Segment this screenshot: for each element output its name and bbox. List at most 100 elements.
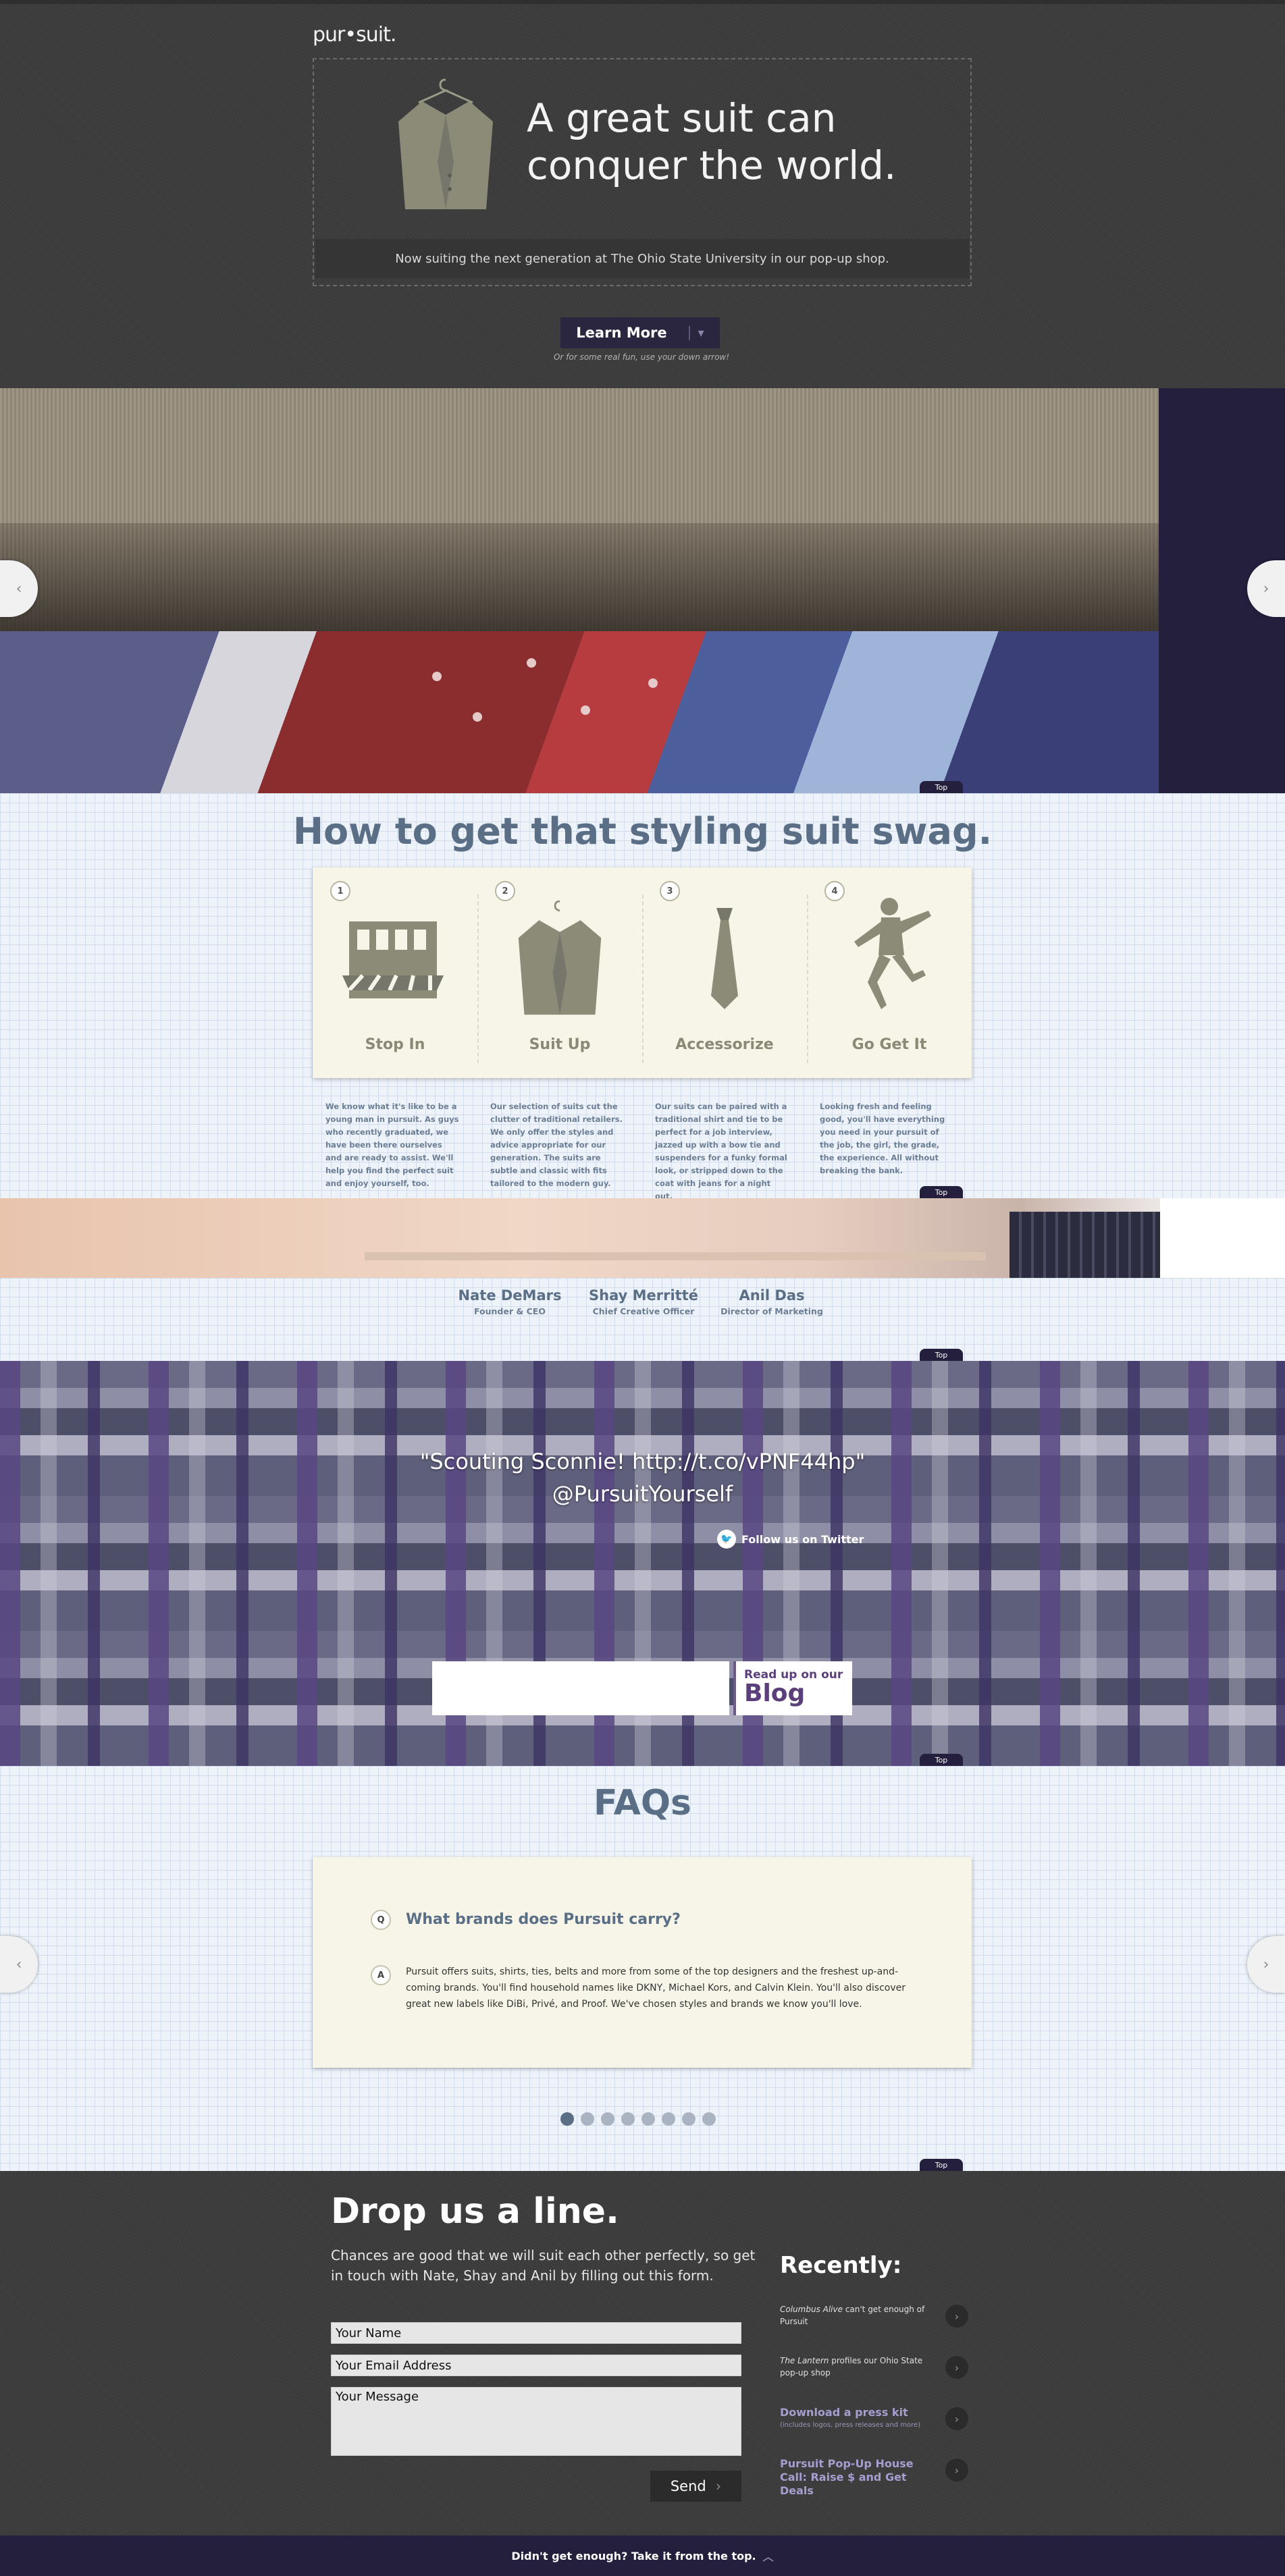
arrow-key-hint: Or for some real fun, use your down arro… xyxy=(553,352,730,362)
photo-table xyxy=(365,1252,986,1260)
fabric-fold xyxy=(0,523,1159,631)
step-label: Stop In xyxy=(365,1036,425,1053)
question-badge: Q xyxy=(371,1910,391,1930)
step-description: Looking fresh and feeling good, you'll h… xyxy=(820,1102,945,1175)
top-link[interactable]: Top xyxy=(920,1754,963,1766)
press-kit-link[interactable]: Download a press kit (includes logos, pr… xyxy=(780,2406,982,2432)
tie-icon xyxy=(711,908,738,1009)
team-photo xyxy=(0,1198,1160,1278)
step-description: Our selection of suits cut the clutter o… xyxy=(490,1102,623,1188)
follow-label: Follow us on Twitter xyxy=(741,1532,864,1546)
top-link[interactable]: Top xyxy=(920,781,963,793)
jacket-icon xyxy=(518,900,602,1015)
house-call-link[interactable]: Pursuit Pop-Up House Call: Raise $ and G… xyxy=(780,2457,982,2498)
step-label: Go Get It xyxy=(851,1036,927,1053)
chevron-left-icon: ‹ xyxy=(16,580,22,597)
twitter-handle[interactable]: @PursuitYourself xyxy=(0,1478,1285,1510)
faq-answer: Pursuit offers suits, shirts, ties, belt… xyxy=(406,1966,906,2010)
press-kit-sub: (includes logos, press releases and more… xyxy=(780,2421,921,2429)
faq-page-dot[interactable] xyxy=(702,2112,716,2126)
faq-page-dot[interactable] xyxy=(581,2112,594,2126)
hanger-jacket-icon xyxy=(398,78,493,209)
step-accessorize: 3 Accessorize xyxy=(642,867,807,1078)
chevron-up-icon: ︿ xyxy=(762,2550,774,2563)
recent-text: The Lantern profiles our Ohio State pop-… xyxy=(780,2355,942,2379)
back-to-top-footer[interactable]: Didn't get enough? Take it from the top.… xyxy=(0,2535,1285,2576)
faq-page-dot[interactable] xyxy=(641,2112,655,2126)
tie-dot xyxy=(648,678,658,688)
storefront-icon xyxy=(342,921,444,998)
email-field[interactable] xyxy=(331,2355,741,2376)
chevron-left-icon: ‹ xyxy=(16,1956,22,1973)
pursuit-logo[interactable]: pur•suit. xyxy=(313,23,396,47)
photo-slider: ‹ › Top xyxy=(0,388,1285,793)
blog-line2: Blog xyxy=(744,1680,806,1707)
recent-source: Columbus Alive xyxy=(780,2305,843,2314)
faq-page-dot[interactable] xyxy=(682,2112,696,2126)
tie-dot xyxy=(432,672,442,681)
faq-title: FAQs xyxy=(594,1783,691,1823)
step-label: Suit Up xyxy=(529,1036,591,1053)
team-section: Nate DeMars Founder & CEO Shay Merritté … xyxy=(0,1278,1285,1361)
hero-subline: Now suiting the next generation at The O… xyxy=(315,239,969,278)
step-suit-up: 2 Suit Up xyxy=(477,867,642,1078)
tie-dot xyxy=(581,705,590,715)
team-member[interactable]: Shay Merritté Chief Creative Officer xyxy=(579,1287,708,1316)
slide-photo-ties xyxy=(0,631,1159,793)
member-name: Nate DeMars xyxy=(458,1287,562,1304)
recently-title: Recently: xyxy=(780,2252,902,2279)
step-go-get-it: 4 Go Get It xyxy=(807,867,972,1078)
jumping-man-icon xyxy=(854,898,931,1009)
chevron-right-icon: › xyxy=(1263,580,1269,597)
member-role: Chief Creative Officer xyxy=(592,1306,695,1316)
faq-pagination xyxy=(560,2112,716,2126)
top-border xyxy=(0,0,1285,4)
top-link[interactable]: Top xyxy=(920,2159,963,2171)
member-name: Shay Merritté xyxy=(589,1287,698,1304)
learn-more-label: Learn More xyxy=(576,325,667,341)
recent-item[interactable]: Columbus Alive can't get enough of Pursu… xyxy=(780,2303,982,2328)
latest-tweet: "Scouting Sconnie! http://t.co/vPNF44hp"… xyxy=(0,1445,1285,1510)
send-button[interactable]: Send › xyxy=(650,2471,741,2502)
tweet-text[interactable]: "Scouting Sconnie! http://t.co/vPNF44hp" xyxy=(0,1445,1285,1478)
twitter-bird-icon: 🐦 xyxy=(717,1530,736,1549)
tie-dot xyxy=(527,658,536,668)
slider-next-button[interactable]: › xyxy=(1247,560,1285,617)
blog-link-button[interactable]: Read up on our Blog xyxy=(733,1661,852,1715)
howto-title: How to get that styling suit swag. xyxy=(292,810,993,853)
footer-text: Didn't get enough? Take it from the top. xyxy=(511,2549,756,2562)
faq-next-button[interactable]: › xyxy=(1247,1936,1285,1993)
faq-page-dot[interactable] xyxy=(621,2112,635,2126)
team-member[interactable]: Anil Das Director of Marketing xyxy=(708,1287,836,1316)
recent-text: Columbus Alive can't get enough of Pursu… xyxy=(780,2303,942,2328)
twitter-section: "Scouting Sconnie! http://t.co/vPNF44hp"… xyxy=(0,1361,1285,1766)
top-link[interactable]: Top xyxy=(920,1349,963,1361)
message-field[interactable]: Your Message xyxy=(331,2387,741,2456)
step-number: 4 xyxy=(824,881,845,901)
recent-item[interactable]: The Lantern profiles our Ohio State pop-… xyxy=(780,2355,982,2379)
faq-prev-button[interactable]: ‹ xyxy=(0,1936,38,1993)
follow-twitter-link[interactable]: 🐦 Follow us on Twitter xyxy=(717,1530,864,1549)
step-label: Accessorize xyxy=(675,1036,774,1053)
recent-source: The Lantern xyxy=(780,2356,829,2365)
steps-card: 1 Stop In 2 Suit Up 3 Accessorize 4 Go G… xyxy=(313,867,972,1078)
arrow-right-icon: › xyxy=(945,2356,968,2379)
arrow-right-icon: › xyxy=(945,2459,968,2481)
chevron-down-icon: ▾ xyxy=(688,325,704,340)
member-role: Director of Marketing xyxy=(720,1306,823,1316)
member-name: Anil Das xyxy=(739,1287,805,1304)
faq-question: What brands does Pursuit carry? xyxy=(406,1911,681,1928)
slide-photo-fabric xyxy=(0,388,1159,631)
faq-page-dot[interactable] xyxy=(662,2112,675,2126)
faq-page-dot[interactable] xyxy=(560,2112,574,2126)
top-link[interactable]: Top xyxy=(920,1186,963,1198)
house-call-title: Pursuit Pop-Up House Call: Raise $ and G… xyxy=(780,2457,914,2497)
contact-title: Drop us a line. xyxy=(331,2191,619,2232)
team-member[interactable]: Nate DeMars Founder & CEO xyxy=(446,1287,574,1316)
howto-section: How to get that styling suit swag. 1 Sto… xyxy=(0,793,1285,1201)
name-field[interactable] xyxy=(331,2322,741,2344)
learn-more-button[interactable]: Learn More ▾ xyxy=(560,317,720,348)
faq-page-dot[interactable] xyxy=(601,2112,614,2126)
blog-search-box[interactable] xyxy=(432,1661,729,1715)
chevron-right-icon: › xyxy=(715,2478,722,2494)
